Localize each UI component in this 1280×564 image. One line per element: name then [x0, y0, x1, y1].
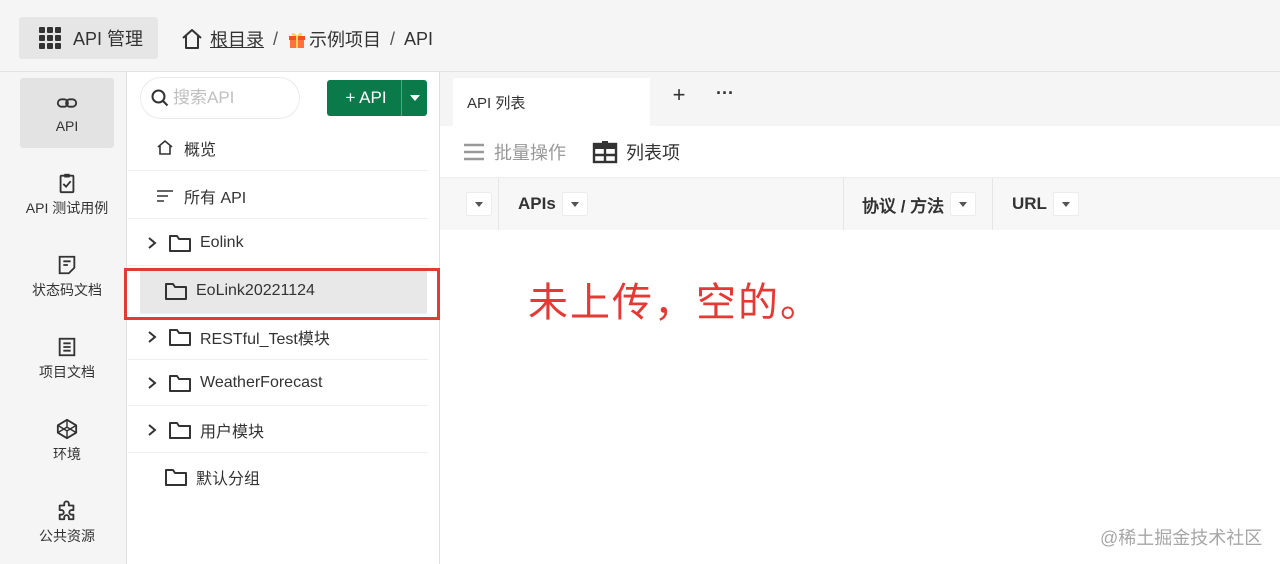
search-input[interactable] [173, 88, 293, 108]
select-all-dropdown[interactable] [466, 178, 492, 230]
breadcrumb-separator: / [273, 28, 279, 49]
chevron-right-icon[interactable] [140, 236, 164, 250]
batch-operation-button[interactable]: 批量操作 [462, 138, 566, 166]
tab-api-list[interactable]: API 列表 [453, 78, 650, 126]
nav-item-api[interactable]: API [20, 78, 114, 148]
app-menu-label: API 管理 [73, 29, 144, 49]
chevron-right-icon[interactable] [140, 423, 164, 437]
nav-item-label: API 测试用例 [25, 200, 109, 216]
folder-icon [165, 469, 187, 486]
caret-down-icon [409, 95, 420, 101]
breadcrumb: 根目录 / 示例项目 / API [180, 26, 433, 52]
chevron-right-icon[interactable] [140, 376, 164, 390]
home-icon [157, 139, 173, 155]
column-divider [843, 178, 844, 230]
chevron-right-icon[interactable] [140, 330, 164, 344]
tree-item-folder[interactable]: Eolink [128, 220, 428, 266]
tree-item-folder[interactable]: 默认分组 [128, 454, 428, 500]
gift-icon [289, 32, 306, 48]
more-tabs-button[interactable]: ··· [714, 84, 736, 106]
table-columns-icon [592, 141, 618, 164]
folder-icon [169, 234, 191, 252]
dropdown-caret-icon[interactable] [561, 192, 588, 216]
breadcrumb-project-link[interactable]: 示例项目 [309, 26, 381, 52]
column-divider [498, 178, 499, 230]
column-header-label: 协议 / 方法 [862, 196, 945, 216]
app-menu-button[interactable]: API 管理 [19, 17, 158, 59]
column-header-label: URL [1012, 194, 1047, 213]
nav-item-status-code-docs[interactable]: 状态码文档 [20, 242, 114, 312]
lines-icon [464, 143, 484, 161]
columns-button[interactable]: 列表项 [592, 138, 680, 166]
tree-item-folder[interactable]: WeatherForecast [128, 360, 428, 406]
breadcrumb-root-link[interactable]: 根目录 [210, 26, 264, 52]
column-header-protocol-method: 协议 / 方法 [862, 178, 977, 230]
highlight-annotation-box [124, 268, 440, 320]
tree-item-label: 用户模块 [200, 423, 265, 441]
nav-item-label: 项目文档 [39, 364, 95, 380]
nav-item-label: 状态码文档 [32, 282, 102, 298]
nav-item-shared-resources[interactable]: 公共资源 [20, 488, 114, 558]
annotation-text: 未上传，空的。 [528, 280, 822, 326]
nav-item-label: 公共资源 [39, 528, 95, 544]
puzzle-icon [58, 500, 75, 521]
batch-operation-label: 批量操作 [494, 143, 566, 163]
tree-item-label: WeatherForecast [200, 373, 323, 391]
tree-item-label: 概览 [184, 141, 217, 159]
dropdown-caret-icon[interactable] [466, 192, 492, 216]
breadcrumb-separator: / [390, 28, 396, 49]
dropdown-caret-icon[interactable] [950, 192, 977, 216]
tree-item-folder[interactable]: 用户模块 [128, 407, 428, 453]
nav-item-project-docs[interactable]: 项目文档 [20, 324, 114, 394]
apps-grid-icon [39, 27, 61, 49]
tree-item-label: 默认分组 [196, 471, 261, 488]
nav-item-api-test-cases[interactable]: API 测试用例 [20, 160, 114, 230]
add-api-dropdown[interactable] [401, 80, 427, 116]
add-api-label: + API [345, 88, 387, 107]
clipboard-check-icon [59, 173, 75, 194]
add-api-button[interactable]: + API [327, 80, 427, 116]
column-header-url: URL [1012, 178, 1079, 230]
top-bar: API 管理 根目录 / 示例项目 / API [0, 0, 1280, 72]
nav-item-label: 环境 [53, 446, 81, 462]
list-icon [157, 189, 173, 202]
nav-item-label: API [55, 118, 79, 134]
nav-item-environment[interactable]: 环境 [20, 406, 114, 476]
search-box[interactable] [140, 77, 300, 119]
tree-item-all-api[interactable]: 所有 API [128, 173, 428, 219]
folder-icon [169, 374, 191, 392]
folder-icon [169, 421, 191, 439]
codepen-icon [56, 418, 78, 440]
search-icon [151, 89, 169, 107]
tree-item-label: Eolink [200, 233, 244, 251]
column-header-apis: APIs [518, 178, 588, 230]
tree-item-label: RESTful_Test模块 [200, 330, 330, 348]
link-icon [56, 98, 78, 108]
column-header-label: APIs [518, 194, 556, 213]
watermark-text: @稀土掘金技术社区 [1100, 528, 1263, 548]
document-icon [58, 337, 76, 357]
tabs-bar: API 列表 + ··· [440, 72, 1280, 126]
list-toolbar: 批量操作 列表项 [440, 126, 1280, 178]
tree-item-overview[interactable]: 概览 [128, 125, 428, 171]
note-icon [58, 255, 76, 275]
add-tab-button[interactable]: + [668, 84, 690, 106]
column-divider [992, 178, 993, 230]
tree-item-label: 所有 API [184, 189, 247, 207]
breadcrumb-current: API [404, 28, 434, 49]
tree-item-folder[interactable]: RESTful_Test模块 [128, 314, 428, 360]
folder-icon [169, 328, 191, 346]
home-icon [182, 29, 202, 49]
tab-label: API 列表 [467, 94, 526, 112]
left-nav: API API 测试用例 状态码文档 项目文档 环境 公共资源 [0, 72, 127, 564]
table-header: APIs 协议 / 方法 URL [440, 178, 1280, 230]
columns-label: 列表项 [626, 143, 680, 163]
dropdown-caret-icon[interactable] [1052, 192, 1079, 216]
